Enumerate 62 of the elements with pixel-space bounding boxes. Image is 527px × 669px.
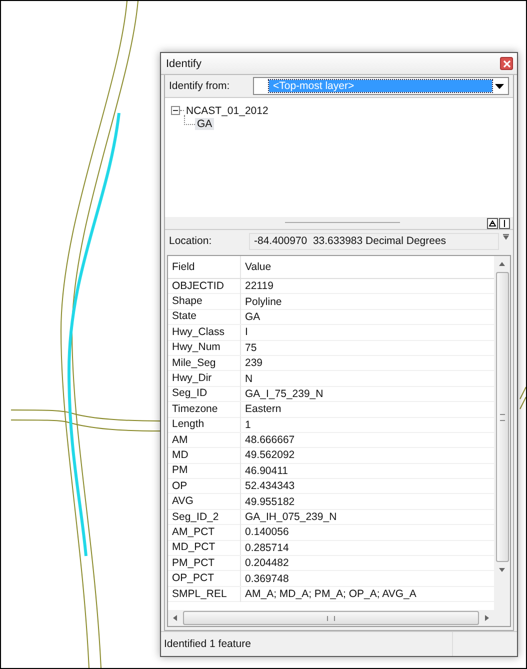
status-text: Identified 1 feature xyxy=(164,638,252,650)
table-cell-text: Eastern xyxy=(244,403,282,416)
table-cell-text: 22119 xyxy=(244,280,274,292)
table-cell-text: 0.204482 xyxy=(244,557,290,570)
table-cell-text: 0.285714 xyxy=(244,542,290,554)
table-cell: Seg_ID_2 xyxy=(168,510,241,525)
table-cell-text: 0.369748 xyxy=(244,572,290,585)
table-cell: PM_PCT xyxy=(168,556,241,571)
table-cell: Seg_ID xyxy=(168,386,241,402)
table-cell-text: 46.90411 xyxy=(244,464,290,477)
table-cell-text: 49.955182 xyxy=(244,496,296,508)
tree-item[interactable]: GA xyxy=(195,118,214,130)
table-cell: State xyxy=(168,309,241,324)
table-cell: MD_PCT xyxy=(168,540,241,556)
table-cell: OP_PCT xyxy=(168,571,241,586)
table-cell-text: GA xyxy=(244,310,262,323)
window-title: Identify xyxy=(166,58,202,70)
pane-toggle-icon[interactable] xyxy=(499,218,510,228)
table-cell: MD xyxy=(168,448,241,463)
scroll-up-icon[interactable] xyxy=(499,262,505,266)
horizontal-scrollbar[interactable] xyxy=(168,610,494,626)
table-cell-text: N xyxy=(244,372,254,385)
table-cell: AVG xyxy=(168,494,241,510)
collapse-icon[interactable] xyxy=(171,106,180,115)
table-cell-text: 52.434343 xyxy=(244,480,296,492)
location-label: Location: xyxy=(169,235,213,247)
table-cell: PM xyxy=(168,463,241,478)
table-cell: SMPL_REL xyxy=(168,586,241,602)
column-header[interactable]: Field xyxy=(168,256,241,278)
column-header[interactable]: Value xyxy=(241,256,494,278)
scroll-down-icon[interactable] xyxy=(499,568,505,572)
table-cell: Shape xyxy=(168,294,241,310)
table-cell-text: GA_IH_075_239_N xyxy=(244,511,338,524)
table-cell: Hwy_Num xyxy=(168,340,241,356)
vertical-scrollbar[interactable] xyxy=(494,256,510,626)
table-cell-text: 1 xyxy=(244,418,252,431)
table-cell: Mile_Seg xyxy=(168,356,241,371)
scroll-left-icon[interactable] xyxy=(173,615,177,621)
table-cell: AM xyxy=(168,432,241,448)
table-cell: Hwy_Class xyxy=(168,324,241,340)
dropdown-arrow-icon xyxy=(495,84,504,88)
table-cell-text: 75 xyxy=(244,342,258,354)
table-cell-text: AM_A; MD_A; PM_A; OP_A; AVG_A xyxy=(244,588,418,600)
table-cell: Length xyxy=(168,417,241,432)
location-field: -84.400970 33.633983 Decimal Degrees xyxy=(249,232,499,250)
table-cell: Timezone xyxy=(168,402,241,417)
close-button[interactable] xyxy=(500,57,513,70)
tree-item[interactable]: NCAST_01_2012 xyxy=(184,104,270,116)
scroll-right-icon[interactable] xyxy=(485,615,489,621)
table-cell-text: 49.562092 xyxy=(244,449,296,462)
identify-from-label: Identify from: xyxy=(169,80,231,92)
table-cell-text: 0.140056 xyxy=(244,526,290,538)
table-cell: AM_PCT xyxy=(168,524,241,540)
table-cell-text: GA_I_75_239_N xyxy=(244,388,324,400)
table-cell-text: Polyline xyxy=(244,296,283,308)
table-cell-text: I xyxy=(244,326,249,338)
table-cell-text: 239 xyxy=(244,357,264,370)
close-icon xyxy=(502,60,510,68)
table-cell: OBJECTID xyxy=(168,278,241,294)
table-cell: OP xyxy=(168,478,241,494)
table-cell: Hwy_Dir xyxy=(168,371,241,386)
table-cell-text: 48.666667 xyxy=(244,434,296,446)
